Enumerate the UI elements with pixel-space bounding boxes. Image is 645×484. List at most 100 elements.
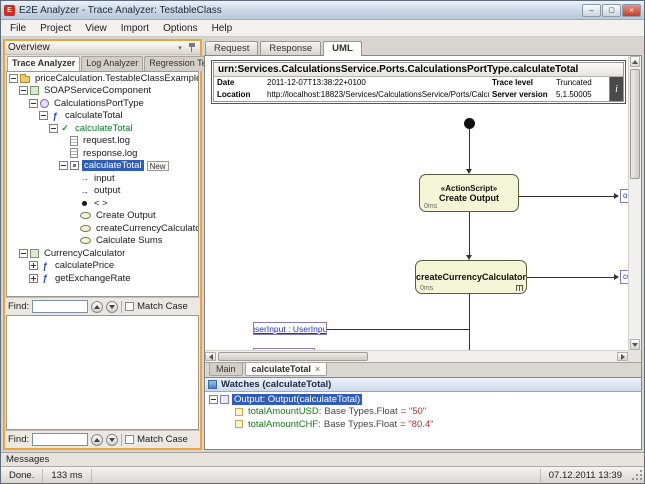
match-case-label: Match Case — [137, 434, 188, 445]
collapse-toggle-icon[interactable] — [209, 395, 218, 404]
initial-node[interactable] — [464, 118, 475, 129]
tree-item-label: createCurrencyCalculator — [94, 223, 198, 234]
tree-item-label: CalculationsPortType — [52, 98, 146, 109]
collapse-toggle-icon[interactable] — [59, 161, 68, 170]
service-header-box: urn:Services.CalculationsService.Ports.C… — [211, 60, 626, 104]
tree-item-label: calculateTotal — [73, 123, 135, 134]
tree-item-response-log[interactable]: response.log — [7, 147, 198, 160]
horizontal-scrollbar[interactable] — [205, 350, 628, 362]
menu-file[interactable]: File — [3, 22, 33, 35]
pin-icon[interactable] — [187, 43, 197, 53]
collapse-toggle-icon[interactable] — [39, 111, 48, 120]
tree-item-calculate-price[interactable]: calculatePrice — [7, 260, 198, 273]
find-input[interactable] — [32, 433, 88, 446]
tree-item-create-output[interactable]: Create Output — [7, 210, 198, 223]
tree-item-project[interactable]: priceCalculation.TestableClassExample.Te… — [7, 72, 198, 85]
secondary-tree — [6, 315, 199, 430]
location-value: http://localhost:18823/Services/Calculat… — [264, 89, 489, 101]
tree-item-create-currency-calculator[interactable]: createCurrencyCalculator — [7, 222, 198, 235]
tree-item-calculate-total-selected[interactable]: calculateTotal New — [7, 160, 198, 173]
tree-item-calculate-sums[interactable]: Calculate Sums — [7, 235, 198, 248]
tab-calculate-total-diagram[interactable]: calculateTotal — [245, 363, 328, 376]
collapse-toggle-icon[interactable] — [9, 74, 18, 83]
status-bar: Done. 133 ms 07.12.2011 13:39 — [1, 466, 644, 483]
scroll-left-icon[interactable] — [205, 352, 216, 361]
menu-help[interactable]: Help — [205, 22, 240, 35]
scroll-right-icon[interactable] — [617, 352, 628, 361]
close-button[interactable] — [622, 4, 641, 17]
scroll-up-icon[interactable] — [630, 56, 640, 67]
scroll-down-icon[interactable] — [630, 339, 640, 350]
title-bar[interactable]: E2E Analyzer - Trace Analyzer: TestableC… — [1, 1, 644, 20]
watch-item[interactable]: totalAmountCHF: Base Types.Float = "80.4… — [205, 418, 641, 431]
watches-header[interactable]: Watches (calculateTotal) — [205, 378, 641, 392]
location-label: Location — [214, 89, 264, 101]
watch-name: totalAmountUSD: — [246, 406, 321, 417]
tab-main-diagram[interactable]: Main — [209, 363, 243, 376]
menu-import[interactable]: Import — [114, 22, 156, 35]
watch-item[interactable]: totalAmountUSD: Base Types.Float = "50" — [205, 406, 641, 419]
match-case-checkbox[interactable] — [125, 435, 134, 444]
tab-request[interactable]: Request — [205, 41, 258, 55]
uml-diagram-canvas[interactable]: urn:Services.CalculationsService.Ports.C… — [205, 56, 641, 362]
watch-value: = "50" — [398, 406, 427, 417]
tree-item-label: calculateTotal — [82, 160, 144, 171]
tree-item-soap-service-component[interactable]: SOAPServiceComponent — [7, 85, 198, 98]
tree-item-calculate-total-trace[interactable]: calculateTotal — [7, 122, 198, 135]
subactivity-icon — [516, 285, 523, 291]
action-create-currency-calculator[interactable]: createCurrencyCalculator 0ms — [415, 260, 527, 294]
tree-item-label: SOAPServiceComponent — [42, 85, 153, 96]
tree-item-calculations-port-type[interactable]: CalculationsPortType — [7, 97, 198, 110]
messages-panel-header[interactable]: Messages — [1, 452, 644, 466]
tree-item-label: CurrencyCalculator — [42, 248, 127, 259]
component-icon — [30, 86, 39, 95]
tree-item-get-exchange-rate[interactable]: getExchangeRate — [7, 272, 198, 285]
find-previous-button[interactable] — [91, 301, 103, 313]
collapse-toggle-icon[interactable] — [49, 124, 58, 133]
expand-toggle-icon[interactable] — [29, 274, 38, 283]
action-create-output[interactable]: «ActionScript» Create Output 0ms — [419, 174, 519, 212]
menu-view[interactable]: View — [78, 22, 114, 35]
tree-item-calculate-total-operation[interactable]: calculateTotal — [7, 110, 198, 123]
tree-item-input[interactable]: input — [7, 172, 198, 185]
tab-log-analyzer[interactable]: Log Analyzer — [81, 56, 143, 71]
initial-node-icon — [82, 201, 87, 206]
object-node-user-input[interactable]: userInput : UserInput — [253, 322, 327, 335]
collapse-toggle-icon[interactable] — [19, 249, 28, 258]
find-label: Find: — [8, 434, 29, 445]
menu-project[interactable]: Project — [33, 22, 78, 35]
info-button[interactable]: i — [609, 77, 623, 101]
scrollbar-thumb[interactable] — [218, 352, 368, 361]
tab-trace-analyzer[interactable]: Trace Analyzer — [7, 56, 80, 71]
find-input[interactable] — [32, 300, 88, 313]
tab-response[interactable]: Response — [260, 41, 321, 55]
minimize-button[interactable] — [582, 4, 601, 17]
window-title: E2E Analyzer - Trace Analyzer: TestableC… — [19, 5, 578, 16]
find-next-button[interactable] — [106, 434, 118, 446]
tab-uml[interactable]: UML — [323, 41, 362, 56]
collapse-toggle-icon[interactable] — [19, 86, 28, 95]
find-next-button[interactable] — [106, 301, 118, 313]
server-version-label: Server version — [489, 89, 553, 101]
tree-item-initial-node[interactable]: < > — [7, 197, 198, 210]
menu-options[interactable]: Options — [156, 22, 204, 35]
maximize-button[interactable] — [602, 4, 621, 17]
chevron-down-icon[interactable] — [175, 43, 185, 53]
close-tab-icon[interactable] — [315, 364, 320, 374]
collapse-toggle-icon[interactable] — [29, 99, 38, 108]
tree-item-request-log[interactable]: request.log — [7, 135, 198, 148]
find-previous-button[interactable] — [91, 434, 103, 446]
action-label: createCurrencyCalculator — [416, 272, 526, 282]
separator — [121, 434, 122, 446]
match-case-checkbox[interactable] — [125, 302, 134, 311]
workspace: Overview Trace Analyzer Log Analyzer Reg… — [1, 37, 644, 452]
expand-toggle-icon[interactable] — [29, 261, 38, 270]
tree-item-output[interactable]: output — [7, 185, 198, 198]
resize-grip[interactable] — [630, 468, 644, 482]
trace-level-value: Truncated — [553, 77, 609, 89]
scrollbar-thumb[interactable] — [630, 69, 640, 179]
vertical-scrollbar[interactable] — [628, 56, 641, 350]
watch-root-item[interactable]: Output: Output(calculateTotal) — [205, 393, 641, 406]
tree-item-currency-calculator[interactable]: CurrencyCalculator — [7, 247, 198, 260]
overview-panel-header[interactable]: Overview — [5, 41, 200, 55]
